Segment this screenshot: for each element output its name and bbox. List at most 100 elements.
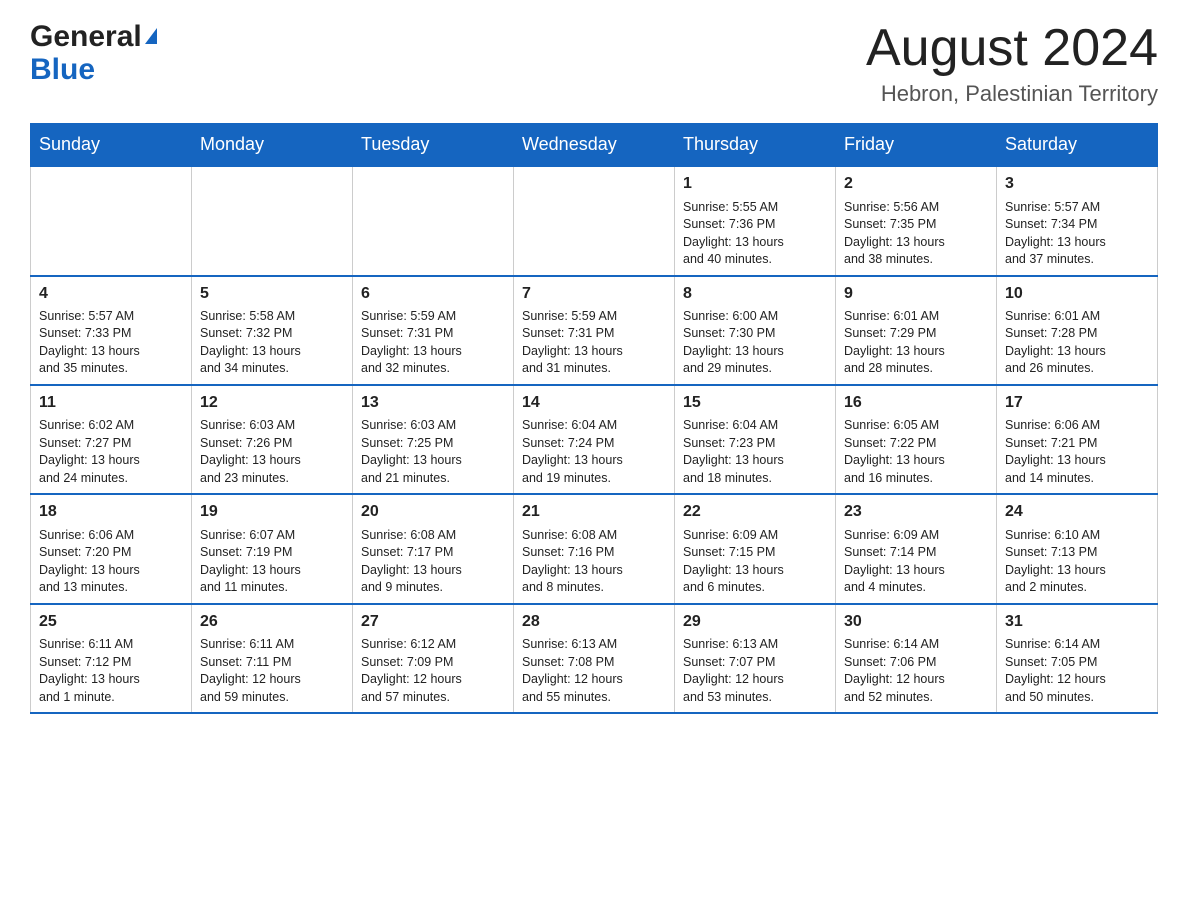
day-number: 7 bbox=[522, 283, 666, 305]
day-info: Sunrise: 6:02 AMSunset: 7:27 PMDaylight:… bbox=[39, 417, 183, 487]
day-info: Sunrise: 6:13 AMSunset: 7:08 PMDaylight:… bbox=[522, 636, 666, 706]
day-number: 18 bbox=[39, 501, 183, 523]
day-number: 10 bbox=[1005, 283, 1149, 305]
day-info: Sunrise: 6:08 AMSunset: 7:17 PMDaylight:… bbox=[361, 527, 505, 597]
day-number: 16 bbox=[844, 392, 988, 414]
col-monday: Monday bbox=[192, 124, 353, 167]
table-row: 6 Sunrise: 5:59 AMSunset: 7:31 PMDaylight… bbox=[353, 276, 514, 385]
table-row: 21 Sunrise: 6:08 AMSunset: 7:16 PMDayligh… bbox=[514, 494, 675, 603]
table-row: 25 Sunrise: 6:11 AMSunset: 7:12 PMDayligh… bbox=[31, 604, 192, 713]
col-tuesday: Tuesday bbox=[353, 124, 514, 167]
table-row bbox=[353, 166, 514, 275]
day-number: 11 bbox=[39, 392, 183, 414]
day-info: Sunrise: 6:01 AMSunset: 7:29 PMDaylight:… bbox=[844, 308, 988, 378]
calendar-week-row: 1 Sunrise: 5:55 AMSunset: 7:36 PMDaylight… bbox=[31, 166, 1158, 275]
table-row: 13 Sunrise: 6:03 AMSunset: 7:25 PMDayligh… bbox=[353, 385, 514, 494]
calendar-week-row: 18Sunrise: 6:06 AMSunset: 7:20 PMDayligh… bbox=[31, 494, 1158, 603]
table-row: 7 Sunrise: 5:59 AMSunset: 7:31 PMDaylight… bbox=[514, 276, 675, 385]
day-number: 3 bbox=[1005, 173, 1149, 195]
table-row: 14 Sunrise: 6:04 AMSunset: 7:24 PMDayligh… bbox=[514, 385, 675, 494]
table-row bbox=[31, 166, 192, 275]
day-info: Sunrise: 6:13 AMSunset: 7:07 PMDaylight:… bbox=[683, 636, 827, 706]
calendar-week-row: 4 Sunrise: 5:57 AMSunset: 7:33 PMDaylight… bbox=[31, 276, 1158, 385]
col-sunday: Sunday bbox=[31, 124, 192, 167]
table-row: 24Sunrise: 6:10 AMSunset: 7:13 PMDayligh… bbox=[997, 494, 1158, 603]
table-row: 9 Sunrise: 6:01 AMSunset: 7:29 PMDaylight… bbox=[836, 276, 997, 385]
day-number: 19 bbox=[200, 501, 344, 523]
day-info: Sunrise: 6:14 AMSunset: 7:05 PMDaylight:… bbox=[1005, 636, 1149, 706]
table-row: 22Sunrise: 6:09 AMSunset: 7:15 PMDayligh… bbox=[675, 494, 836, 603]
location-label: Hebron, Palestinian Territory bbox=[866, 81, 1158, 107]
day-info: Sunrise: 6:09 AMSunset: 7:14 PMDaylight:… bbox=[844, 527, 988, 597]
day-info: Sunrise: 6:08 AMSunset: 7:16 PMDaylight:… bbox=[522, 527, 666, 597]
table-row: 20 Sunrise: 6:08 AMSunset: 7:17 PMDayligh… bbox=[353, 494, 514, 603]
day-info: Sunrise: 6:00 AMSunset: 7:30 PMDaylight:… bbox=[683, 308, 827, 378]
day-info: Sunrise: 6:11 AMSunset: 7:12 PMDaylight:… bbox=[39, 636, 183, 706]
day-info: Sunrise: 6:01 AMSunset: 7:28 PMDaylight:… bbox=[1005, 308, 1149, 378]
table-row: 2Sunrise: 5:56 AMSunset: 7:35 PMDaylight… bbox=[836, 166, 997, 275]
logo-blue-text: Blue bbox=[30, 53, 157, 86]
day-number: 25 bbox=[39, 611, 183, 633]
day-number: 8 bbox=[683, 283, 827, 305]
table-row: 4 Sunrise: 5:57 AMSunset: 7:33 PMDaylight… bbox=[31, 276, 192, 385]
day-number: 29 bbox=[683, 611, 827, 633]
day-info: Sunrise: 6:09 AMSunset: 7:15 PMDaylight:… bbox=[683, 527, 827, 597]
table-row: 26 Sunrise: 6:11 AMSunset: 7:11 PMDayligh… bbox=[192, 604, 353, 713]
logo: General Blue bbox=[30, 20, 157, 86]
day-info: Sunrise: 5:59 AMSunset: 7:31 PMDaylight:… bbox=[522, 308, 666, 378]
table-row: 1 Sunrise: 5:55 AMSunset: 7:36 PMDaylight… bbox=[675, 166, 836, 275]
day-number: 4 bbox=[39, 283, 183, 305]
day-number: 26 bbox=[200, 611, 344, 633]
month-title: August 2024 bbox=[866, 20, 1158, 77]
day-number: 15 bbox=[683, 392, 827, 414]
day-info: Sunrise: 5:57 AMSunset: 7:33 PMDaylight:… bbox=[39, 308, 183, 378]
table-row: 29 Sunrise: 6:13 AMSunset: 7:07 PMDayligh… bbox=[675, 604, 836, 713]
table-row: 12Sunrise: 6:03 AMSunset: 7:26 PMDayligh… bbox=[192, 385, 353, 494]
day-number: 21 bbox=[522, 501, 666, 523]
table-row: 8 Sunrise: 6:00 AMSunset: 7:30 PMDaylight… bbox=[675, 276, 836, 385]
day-info: Sunrise: 6:06 AMSunset: 7:21 PMDaylight:… bbox=[1005, 417, 1149, 487]
day-number: 6 bbox=[361, 283, 505, 305]
table-row: 17 Sunrise: 6:06 AMSunset: 7:21 PMDayligh… bbox=[997, 385, 1158, 494]
calendar-week-row: 25 Sunrise: 6:11 AMSunset: 7:12 PMDayligh… bbox=[31, 604, 1158, 713]
day-info: Sunrise: 6:03 AMSunset: 7:26 PMDaylight:… bbox=[200, 417, 344, 487]
day-info: Sunrise: 5:55 AMSunset: 7:36 PMDaylight:… bbox=[683, 199, 827, 269]
table-row: 31 Sunrise: 6:14 AMSunset: 7:05 PMDayligh… bbox=[997, 604, 1158, 713]
col-friday: Friday bbox=[836, 124, 997, 167]
day-info: Sunrise: 6:07 AMSunset: 7:19 PMDaylight:… bbox=[200, 527, 344, 597]
table-row: 15 Sunrise: 6:04 AMSunset: 7:23 PMDayligh… bbox=[675, 385, 836, 494]
day-number: 24 bbox=[1005, 501, 1149, 523]
day-info: Sunrise: 5:58 AMSunset: 7:32 PMDaylight:… bbox=[200, 308, 344, 378]
day-number: 28 bbox=[522, 611, 666, 633]
day-number: 17 bbox=[1005, 392, 1149, 414]
day-info: Sunrise: 6:14 AMSunset: 7:06 PMDaylight:… bbox=[844, 636, 988, 706]
day-number: 27 bbox=[361, 611, 505, 633]
table-row: 10 Sunrise: 6:01 AMSunset: 7:28 PMDayligh… bbox=[997, 276, 1158, 385]
table-row: 19 Sunrise: 6:07 AMSunset: 7:19 PMDayligh… bbox=[192, 494, 353, 603]
col-thursday: Thursday bbox=[675, 124, 836, 167]
day-number: 14 bbox=[522, 392, 666, 414]
table-row bbox=[192, 166, 353, 275]
day-info: Sunrise: 5:56 AMSunset: 7:35 PMDaylight:… bbox=[844, 199, 988, 269]
table-row: 18Sunrise: 6:06 AMSunset: 7:20 PMDayligh… bbox=[31, 494, 192, 603]
day-number: 30 bbox=[844, 611, 988, 633]
table-row: 3Sunrise: 5:57 AMSunset: 7:34 PMDaylight… bbox=[997, 166, 1158, 275]
logo-triangle-icon bbox=[145, 28, 157, 44]
day-number: 9 bbox=[844, 283, 988, 305]
day-info: Sunrise: 5:59 AMSunset: 7:31 PMDaylight:… bbox=[361, 308, 505, 378]
day-number: 1 bbox=[683, 173, 827, 195]
day-info: Sunrise: 6:03 AMSunset: 7:25 PMDaylight:… bbox=[361, 417, 505, 487]
day-info: Sunrise: 6:04 AMSunset: 7:24 PMDaylight:… bbox=[522, 417, 666, 487]
col-wednesday: Wednesday bbox=[514, 124, 675, 167]
day-info: Sunrise: 6:04 AMSunset: 7:23 PMDaylight:… bbox=[683, 417, 827, 487]
table-row: 5Sunrise: 5:58 AMSunset: 7:32 PMDaylight… bbox=[192, 276, 353, 385]
logo-general-text: General bbox=[30, 20, 142, 53]
calendar-table: Sunday Monday Tuesday Wednesday Thursday… bbox=[30, 123, 1158, 714]
table-row bbox=[514, 166, 675, 275]
day-number: 31 bbox=[1005, 611, 1149, 633]
day-number: 13 bbox=[361, 392, 505, 414]
day-number: 20 bbox=[361, 501, 505, 523]
day-info: Sunrise: 6:11 AMSunset: 7:11 PMDaylight:… bbox=[200, 636, 344, 706]
calendar-week-row: 11 Sunrise: 6:02 AMSunset: 7:27 PMDayligh… bbox=[31, 385, 1158, 494]
table-row: 16Sunrise: 6:05 AMSunset: 7:22 PMDayligh… bbox=[836, 385, 997, 494]
